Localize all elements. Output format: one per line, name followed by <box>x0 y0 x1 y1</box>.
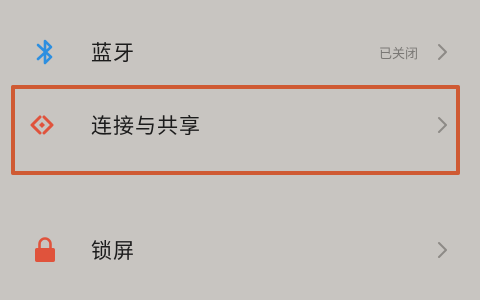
status-text: 已关闭 <box>378 46 418 62</box>
chevron-right-icon <box>436 42 450 62</box>
highlight-box <box>11 85 460 175</box>
settings-item-label: 蓝牙 <box>91 41 135 65</box>
bluetooth-icon <box>30 37 60 67</box>
settings-item-lock-screen[interactable]: 锁屏 <box>0 215 480 285</box>
settings-item-bluetooth[interactable]: 蓝牙 已关闭 <box>0 17 480 87</box>
settings-item-label: 锁屏 <box>91 239 135 263</box>
settings-screen: 蓝牙 已关闭 连接与共享 锁屏 <box>0 0 480 300</box>
lock-icon <box>30 235 60 265</box>
chevron-right-icon <box>436 240 450 260</box>
